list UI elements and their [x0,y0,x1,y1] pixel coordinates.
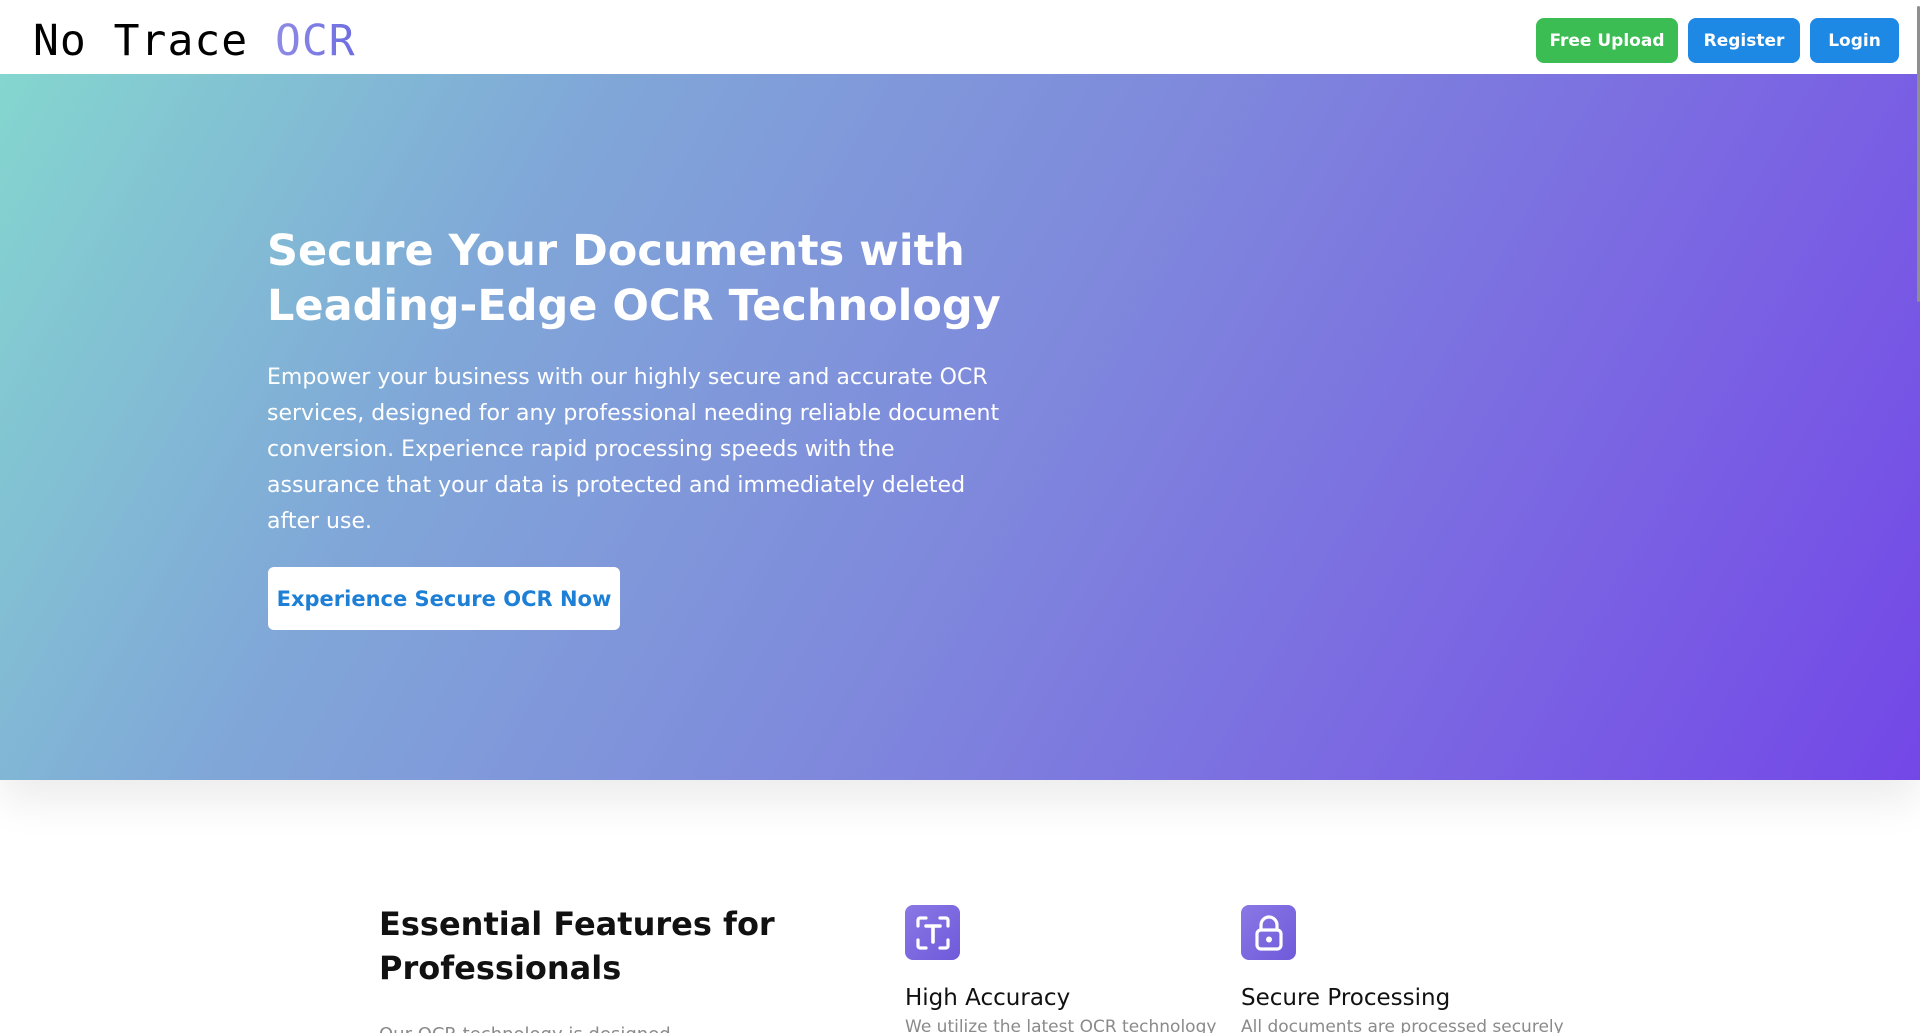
logo-text: No Trace [33,16,275,66]
feature-text: We utilize the latest OCR technology [905,1017,1217,1033]
feature-name: Secure Processing [1241,985,1451,1011]
lock-icon-graphic [1254,914,1283,951]
logo-accent-text: OCR [275,16,356,66]
feature-name: High Accuracy [905,985,1071,1011]
hero-subtitle: Empower your business with our highly se… [267,365,1000,534]
text-scan-icon [905,905,960,960]
page: No Trace OCR Free Upload Register Login … [0,0,1920,1033]
features-description: Our OCR technology is designed [379,1022,799,1033]
site-logo[interactable]: No Trace OCR [33,17,356,65]
hero-title: Secure Your Documents with Leading-Edge … [267,226,1001,331]
text-scan-icon-graphic [915,915,950,950]
feature-text: All documents are processed securely [1241,1017,1564,1033]
free-upload-button[interactable]: Free Upload [1536,18,1678,63]
register-button[interactable]: Register [1688,18,1800,63]
header-actions: Free Upload Register Login [1536,18,1899,63]
features-title: Essential Features for Professionals [379,905,775,987]
lock-icon [1241,905,1296,960]
login-button[interactable]: Login [1810,18,1899,63]
feature-card-high-accuracy: High Accuracy We utilize the latest OCR … [905,905,1235,1033]
feature-card-secure-processing: Secure Processing All documents are proc… [1241,905,1571,1033]
experience-secure-ocr-button[interactable]: Experience Secure OCR Now [268,567,620,630]
top-navigation-bar: No Trace OCR Free Upload Register Login [0,0,1920,74]
